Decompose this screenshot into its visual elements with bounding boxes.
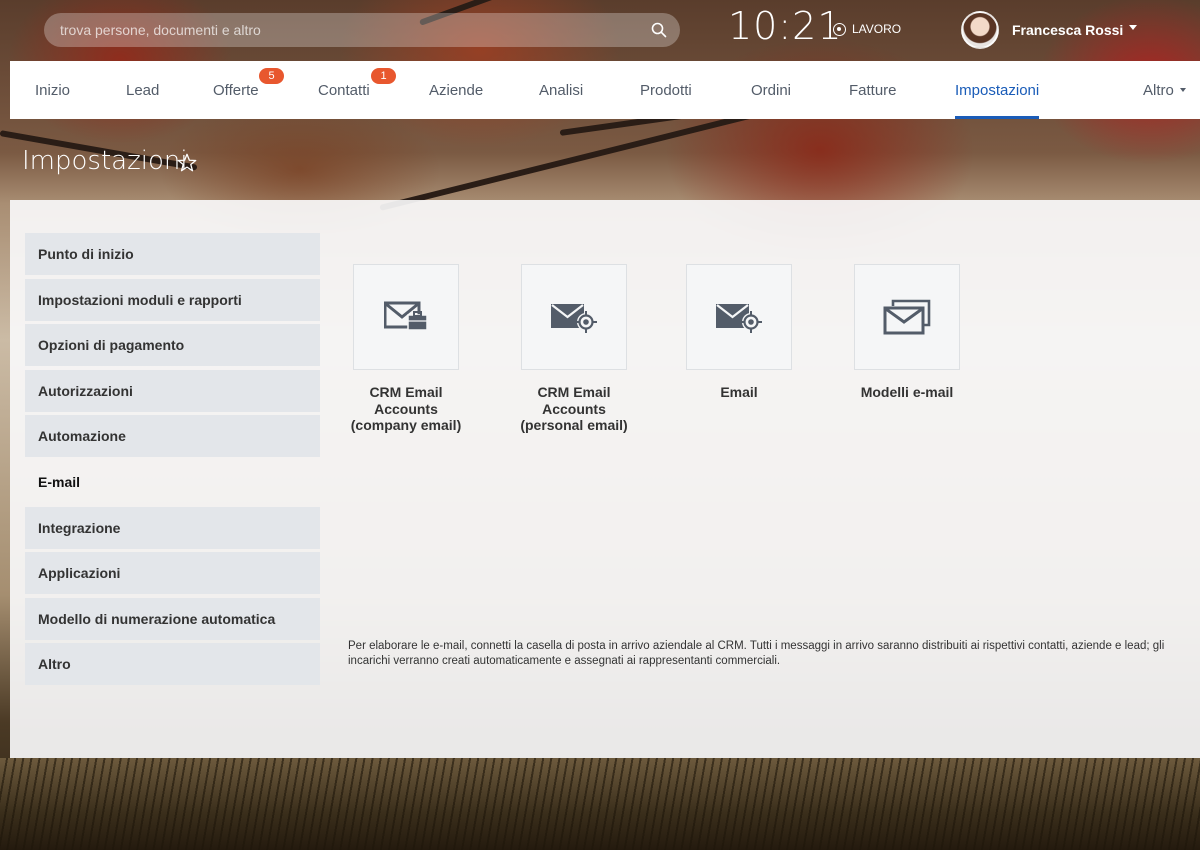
grass-background (0, 758, 1200, 850)
nav-item-label: Fatture (849, 81, 897, 99)
sidebar-item-label: Automazione (38, 428, 126, 445)
mail-target-icon (716, 304, 762, 333)
nav-item-impostazioni[interactable]: Impostazioni (955, 61, 1040, 119)
sidebar-item-impostazioni-moduli[interactable]: Impostazioni moduli e rapporti (25, 278, 320, 321)
nav-item-label: Analisi (539, 81, 584, 99)
nav-item-label: Contatti (318, 81, 370, 99)
sidebar-item-numerazione-automatica[interactable]: Modello di numerazione automatica (25, 597, 320, 640)
sidebar-item-automazione[interactable]: Automazione (25, 415, 320, 458)
tile-label: Email (720, 384, 758, 400)
tile-icon-box (521, 264, 627, 370)
sidebar-item-label: Modello di numerazione automatica (38, 610, 276, 627)
chevron-down-icon[interactable] (1129, 25, 1137, 30)
sidebar-item-label: E-mail (38, 473, 81, 490)
main-nav: Inizio Lead Offerte 5 Contatti 1 Aziende… (10, 61, 1200, 119)
settings-panel: Punto di inizio Impostazioni moduli e ra… (10, 200, 1200, 758)
nav-item-label: Inizio (35, 81, 71, 99)
nav-item-label: Aziende (429, 81, 484, 99)
nav-item-label: Prodotti (640, 81, 692, 99)
nav-item-label: Lead (126, 81, 160, 99)
nav-item-contatti[interactable]: Contatti (318, 61, 370, 119)
star-icon[interactable] (176, 152, 198, 174)
contatti-count-badge: 1 (371, 68, 396, 84)
sidebar-item-altro[interactable]: Altro (25, 643, 320, 686)
sidebar-item-label: Opzioni di pagamento (38, 337, 185, 354)
mail-target-icon (551, 304, 597, 333)
tile-icon-box (353, 264, 459, 370)
mail-stack-icon (883, 299, 931, 335)
nav-item-analisi[interactable]: Analisi (539, 61, 583, 119)
nav-item-label: Offerte (213, 81, 259, 99)
tile-crm-email-personal[interactable]: CRM Email Accounts (personal email) (520, 264, 628, 434)
search-icon[interactable] (650, 21, 668, 39)
nav-item-label: Impostazioni (955, 81, 1040, 99)
work-status-toggle[interactable]: LAVORO (833, 22, 901, 36)
status-dot-icon (833, 22, 846, 36)
sidebar-item-email[interactable]: E-mail (25, 461, 320, 503)
user-name[interactable]: Francesca Rossi (1012, 22, 1123, 38)
nav-item-aziende[interactable]: Aziende (429, 61, 483, 119)
work-status-label: LAVORO (852, 22, 902, 36)
tile-email[interactable]: Email (686, 264, 792, 401)
tile-modelli-email[interactable]: Modelli e-mail (854, 264, 960, 401)
sidebar-item-label: Integrazione (38, 519, 121, 536)
nav-item-offerte[interactable]: Offerte (213, 61, 259, 119)
sidebar-item-label: Punto di inizio (38, 246, 134, 262)
sidebar-item-label: Altro (38, 656, 71, 673)
sidebar-item-label: Applicazioni (38, 565, 121, 582)
sidebar-item-label: Impostazioni moduli e rapporti (38, 291, 242, 308)
sidebar-item-label: Autorizzazioni (38, 382, 133, 399)
nav-item-prodotti[interactable]: Prodotti (640, 61, 692, 119)
nav-item-altro[interactable]: Altro (1143, 61, 1186, 119)
page-title: Impostazioni (22, 146, 188, 176)
sidebar-item-integrazione[interactable]: Integrazione (25, 506, 320, 549)
email-info-text: Per elaborare le e-mail, connetti la cas… (348, 640, 1165, 667)
nav-item-ordini[interactable]: Ordini (751, 61, 791, 119)
search-input[interactable] (60, 13, 640, 47)
offerte-count-badge: 5 (259, 68, 284, 84)
avatar[interactable] (961, 11, 999, 49)
sidebar-item-applicazioni[interactable]: Applicazioni (25, 552, 320, 595)
nav-item-fatture[interactable]: Fatture (849, 61, 897, 119)
top-bar: 10:21 LAVORO Francesca Rossi (0, 0, 1200, 60)
tile-icon-box (854, 264, 960, 370)
sidebar-item-autorizzazioni[interactable]: Autorizzazioni (25, 369, 320, 412)
tile-icon-box (686, 264, 792, 370)
tile-label: CRM Email Accounts (personal email) (520, 384, 628, 433)
tile-label: CRM Email Accounts (company email) (350, 384, 462, 433)
tile-label: Modelli e-mail (860, 384, 954, 400)
nav-item-inizio[interactable]: Inizio (35, 61, 70, 119)
nav-item-label: Ordini (751, 81, 792, 99)
sidebar-item-opzioni-pagamento[interactable]: Opzioni di pagamento (25, 324, 320, 367)
sidebar-item-punto-di-inizio[interactable]: Punto di inizio (25, 233, 320, 275)
nav-item-lead[interactable]: Lead (126, 61, 159, 119)
search-box (44, 13, 680, 47)
clock: 10:21 (728, 4, 843, 48)
settings-sidebar: Punto di inizio Impostazioni moduli e ra… (25, 233, 320, 689)
mail-briefcase-icon (384, 301, 428, 331)
nav-item-label: Altro (1143, 81, 1174, 99)
chevron-down-icon (1179, 88, 1186, 92)
tile-crm-email-company[interactable]: CRM Email Accounts (company email) (351, 264, 461, 434)
